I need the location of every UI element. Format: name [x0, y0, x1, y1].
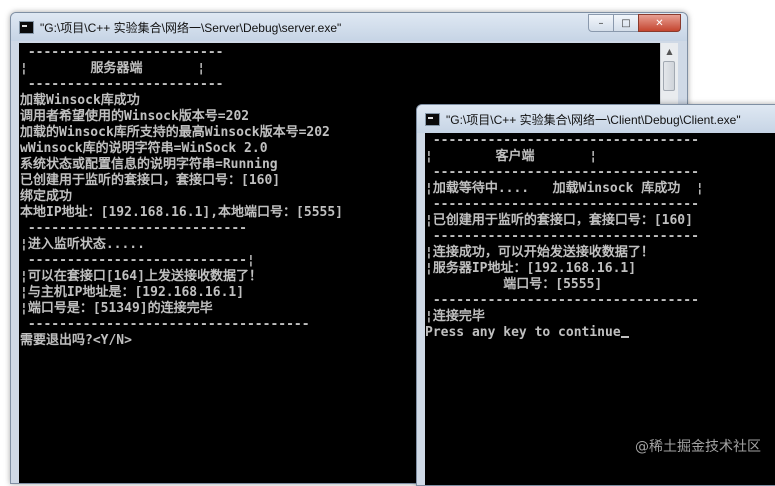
server-maximize-button[interactable]: □: [613, 14, 639, 32]
client-console-lines: ---------------------------------- ¦ 客户端 …: [425, 133, 704, 341]
text-cursor: [620, 336, 629, 338]
watermark: @稀土掘金技术社区: [635, 439, 761, 455]
console-line: ¦ 客户端 ¦: [425, 149, 598, 164]
console-line: ----------------------------------: [425, 133, 699, 148]
console-line: 加载Winsock库成功: [20, 93, 140, 108]
console-line: wWinsock库的说明字符串=WinSock 2.0: [20, 141, 268, 156]
console-line: ¦与主机IP地址是：[192.168.16.1]: [20, 285, 245, 300]
console-line: 加载的Winsock库所支持的最高Winsock版本号=202: [20, 125, 330, 140]
server-minimize-button[interactable]: –: [588, 14, 614, 32]
scrollbar-thumb[interactable]: [663, 61, 675, 91]
console-line: ¦端口号是：[51349]的连接完毕: [20, 301, 213, 316]
server-close-button[interactable]: ✕: [638, 14, 681, 32]
client-console-output[interactable]: ---------------------------------- ¦ 客户端 …: [425, 133, 775, 485]
console-line: 绑定成功: [20, 189, 73, 204]
server-caption-buttons: – □ ✕: [588, 14, 681, 32]
console-line: ¦加载等待中.... 加载Winsock 库成功 ¦: [425, 181, 704, 196]
console-line: ----------------------------------: [425, 229, 699, 244]
client-title-bar[interactable]: "G:\项目\C++ 实验集合\网络一\Client\Debug\Client.…: [417, 105, 775, 133]
console-line: 需要退出吗?<Y/N>: [20, 333, 132, 348]
console-line: ¦服务器IP地址：[192.168.16.1]: [425, 261, 637, 276]
console-line: 本地IP地址：[192.168.16.1],本地端口号：[5555]: [20, 205, 344, 220]
console-line: ¦ 服务器端 ¦: [20, 61, 206, 76]
server-window-title: "G:\项目\C++ 实验集合\网络一\Server\Debug\server.…: [40, 20, 342, 35]
console-line: ¦可以在套接口[164]上发送接收数据了！: [20, 269, 262, 284]
console-app-icon: [425, 112, 440, 126]
console-line: 已创建用于监听的套接口，套接口号：[160]: [20, 173, 281, 188]
console-line: ----------------------------------: [425, 165, 699, 180]
server-title-bar[interactable]: "G:\项目\C++ 实验集合\网络一\Server\Debug\server.…: [11, 13, 687, 41]
client-console-window[interactable]: "G:\项目\C++ 实验集合\网络一\Client\Debug\Client.…: [416, 104, 775, 486]
client-window-title: "G:\项目\C++ 实验集合\网络一\Client\Debug\Client.…: [446, 112, 741, 127]
console-line: 系统状态或配置信息的说明字符串=Running: [20, 157, 278, 172]
console-line: ¦进入监听状态.....: [20, 237, 145, 252]
console-line: ¦连接成功，可以开始发送接收数据了！: [425, 245, 654, 260]
scroll-up-arrow-icon[interactable]: ▲: [661, 43, 678, 60]
console-app-icon: [19, 20, 34, 34]
console-line: -------------------------: [20, 77, 224, 92]
server-console-lines: ------------------------- ¦ 服务器端 ¦ ------…: [20, 45, 343, 349]
console-line: -------------------------: [20, 45, 224, 60]
console-line: ¦连接完毕: [425, 309, 485, 324]
console-line: Press any key to continue: [425, 325, 704, 341]
console-line: ----------------------------: [20, 221, 247, 236]
console-line: ----------------------------¦: [20, 253, 255, 268]
console-line: ----------------------------------: [425, 197, 699, 212]
console-line: 端口号：[5555]: [425, 277, 603, 292]
console-line: ----------------------------------: [425, 293, 699, 308]
console-line: ------------------------------------: [20, 317, 310, 332]
console-line: ¦已创建用于监听的套接口，套接口号：[160]: [425, 213, 693, 228]
console-line: 调用者希望使用的Winsock版本号=202: [20, 109, 250, 124]
